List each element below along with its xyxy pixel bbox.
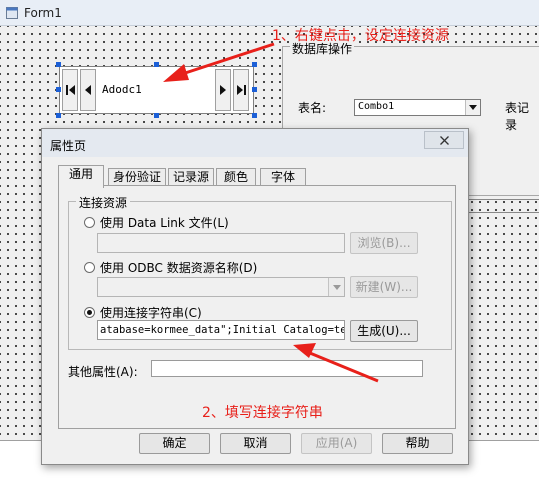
tab-general[interactable]: 通用 — [58, 165, 104, 188]
arrowhead-step1 — [163, 64, 189, 82]
arrow-step1 — [175, 42, 275, 78]
arrow-step2 — [304, 349, 379, 383]
annotation-arrows — [163, 42, 379, 383]
arrowhead-step2 — [293, 343, 316, 358]
